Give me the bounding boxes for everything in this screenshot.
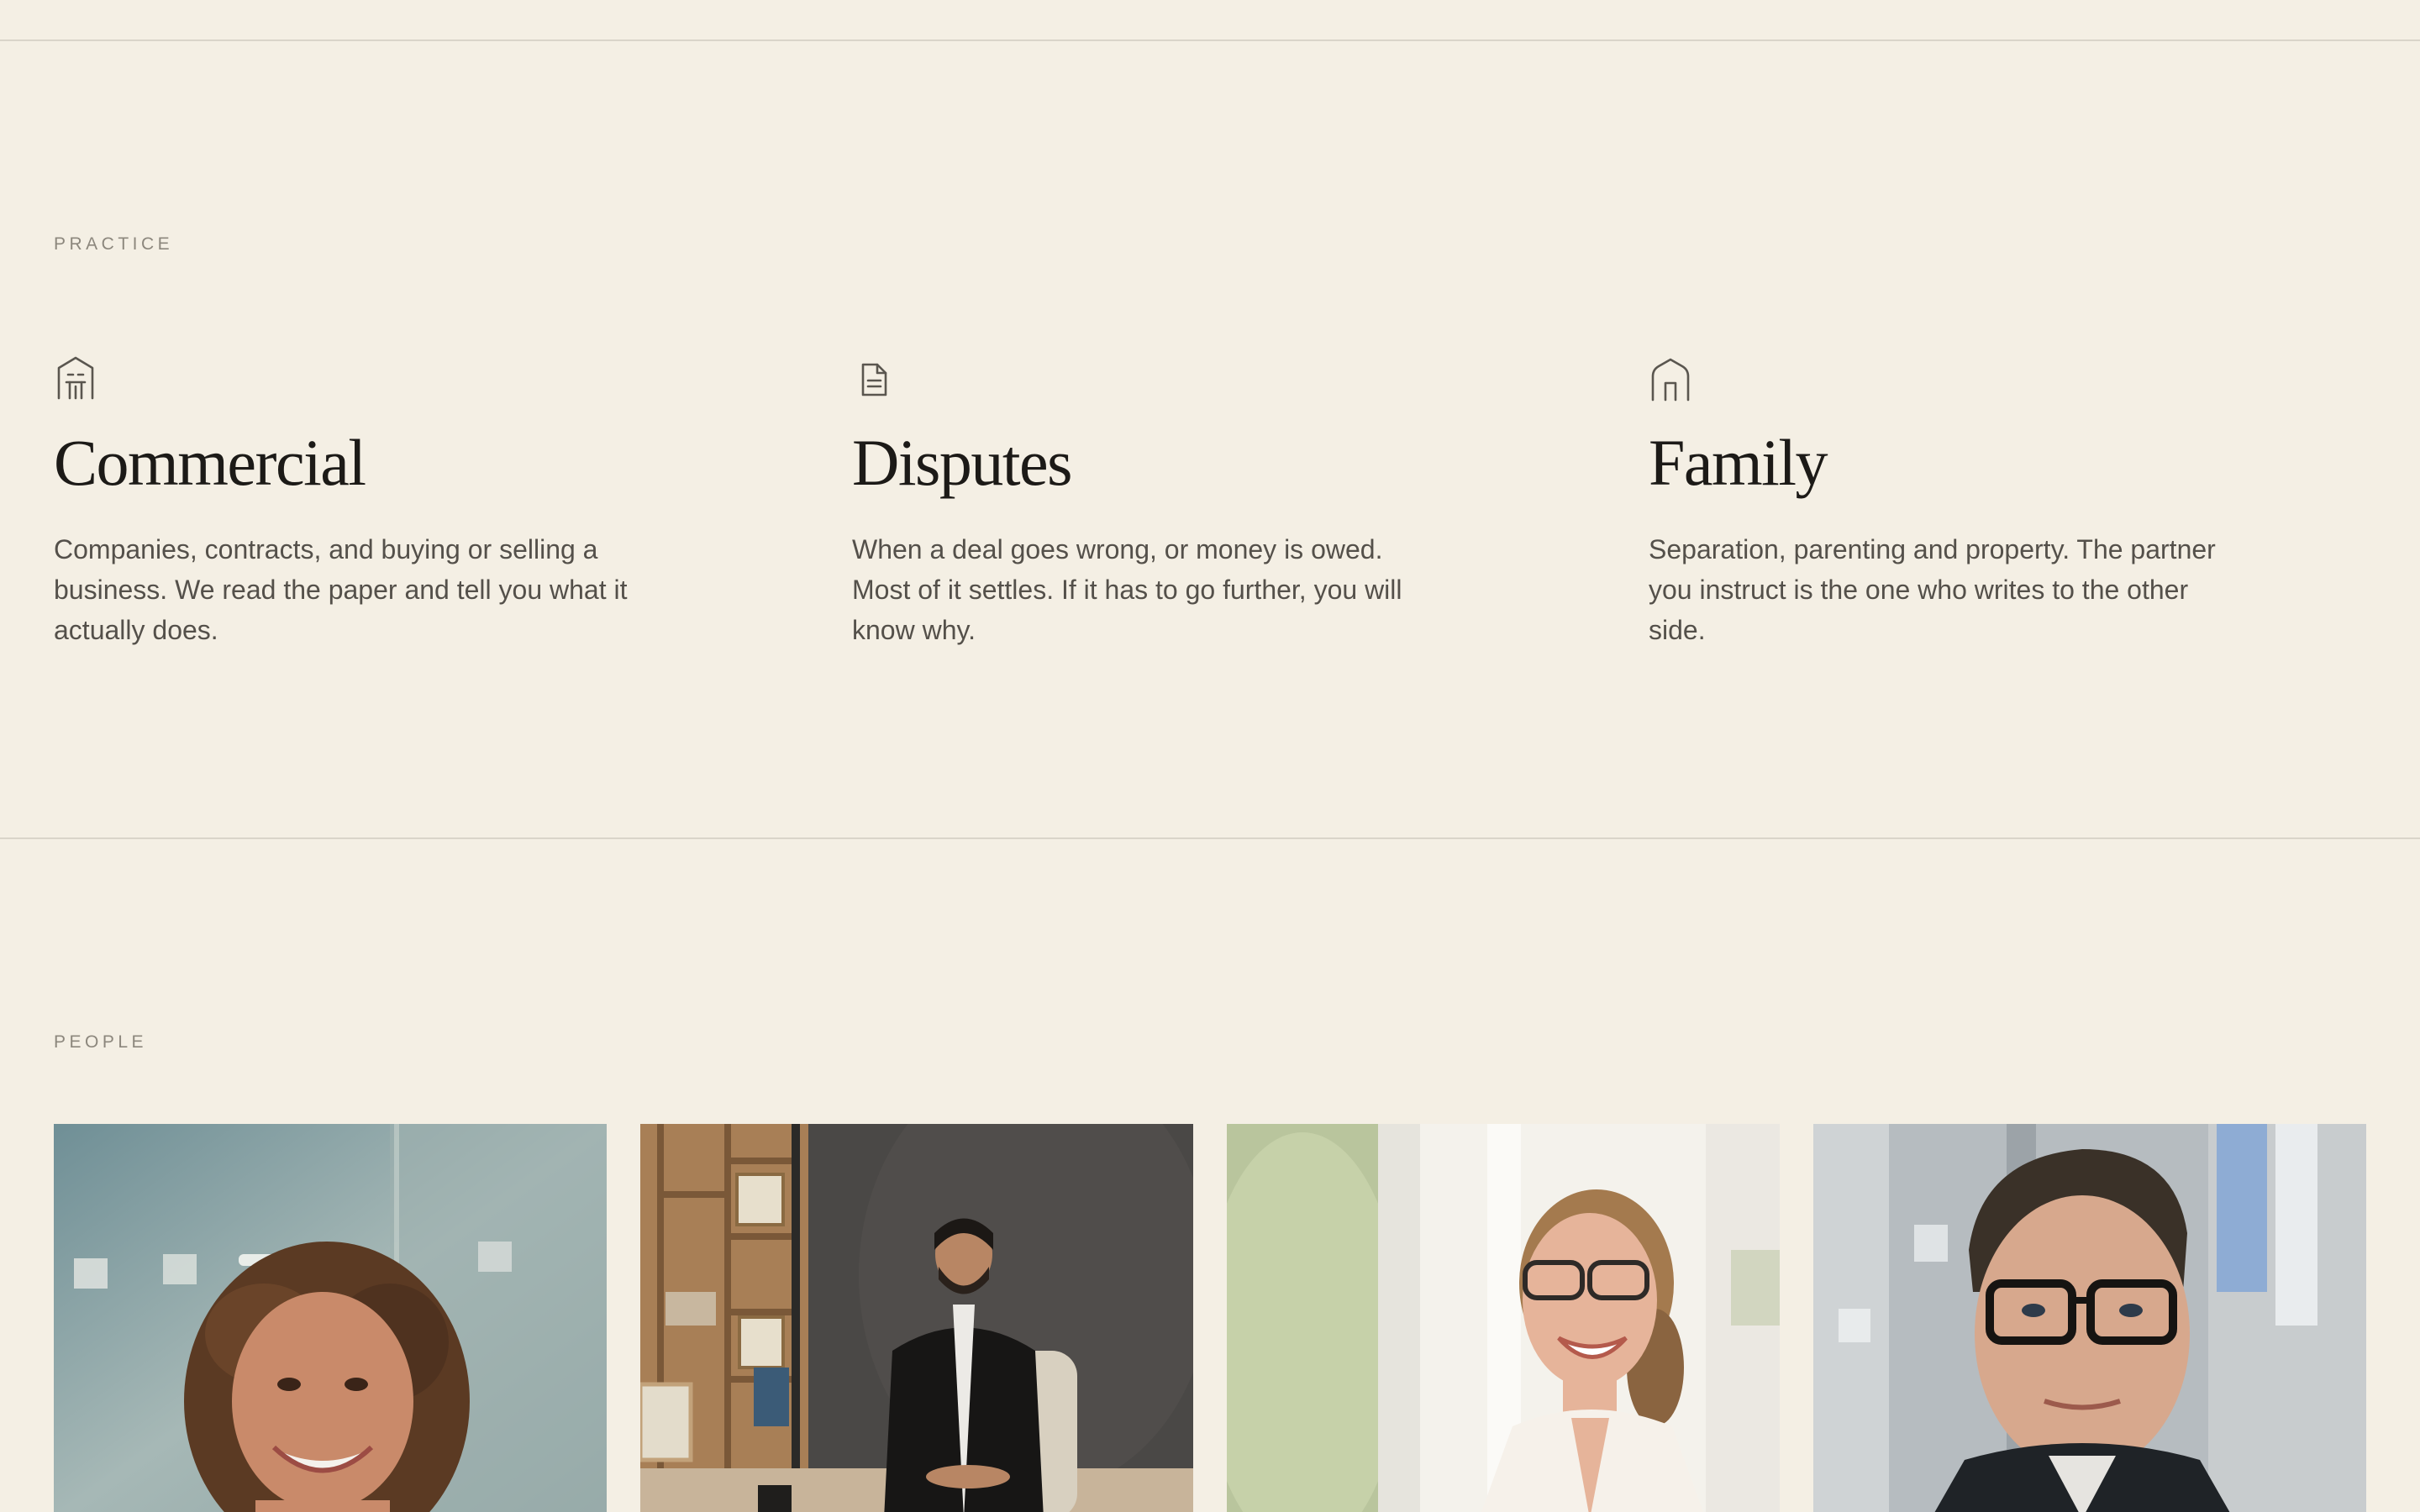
practice-item-disputes: Disputes When a deal goes wrong, or mone… [852,353,1457,645]
portrait-photo [1227,1124,1780,1512]
practice-description: Separation, parenting and property. The … [1649,534,2216,645]
people-eyebrow: PEOPLE [54,1032,148,1052]
person-card[interactable] [54,1124,607,1512]
practice-title: Disputes [852,426,1073,499]
building-icon [54,353,97,403]
practice-description: When a deal goes wrong, or money is owed… [852,534,1402,645]
portrait-photo [54,1124,607,1512]
practice-title: Family [1649,426,1828,499]
portrait-photo [1813,1124,2366,1512]
practice-description: Companies, contracts, and buying or sell… [54,534,628,645]
person-card[interactable] [1227,1124,1780,1512]
practice-item-family: Family Separation, parenting and propert… [1649,353,2254,645]
portrait-photo [640,1124,1193,1512]
house-icon [1649,353,1692,403]
practice-eyebrow: PRACTICE [54,234,174,254]
person-card[interactable] [1813,1124,2366,1512]
document-icon [852,353,896,403]
section-divider [0,837,2420,839]
practice-title: Commercial [54,426,366,499]
top-divider [0,39,2420,41]
person-card[interactable] [640,1124,1193,1512]
people-grid [54,1124,2366,1512]
practice-item-commercial: Commercial Companies, contracts, and buy… [54,353,659,645]
